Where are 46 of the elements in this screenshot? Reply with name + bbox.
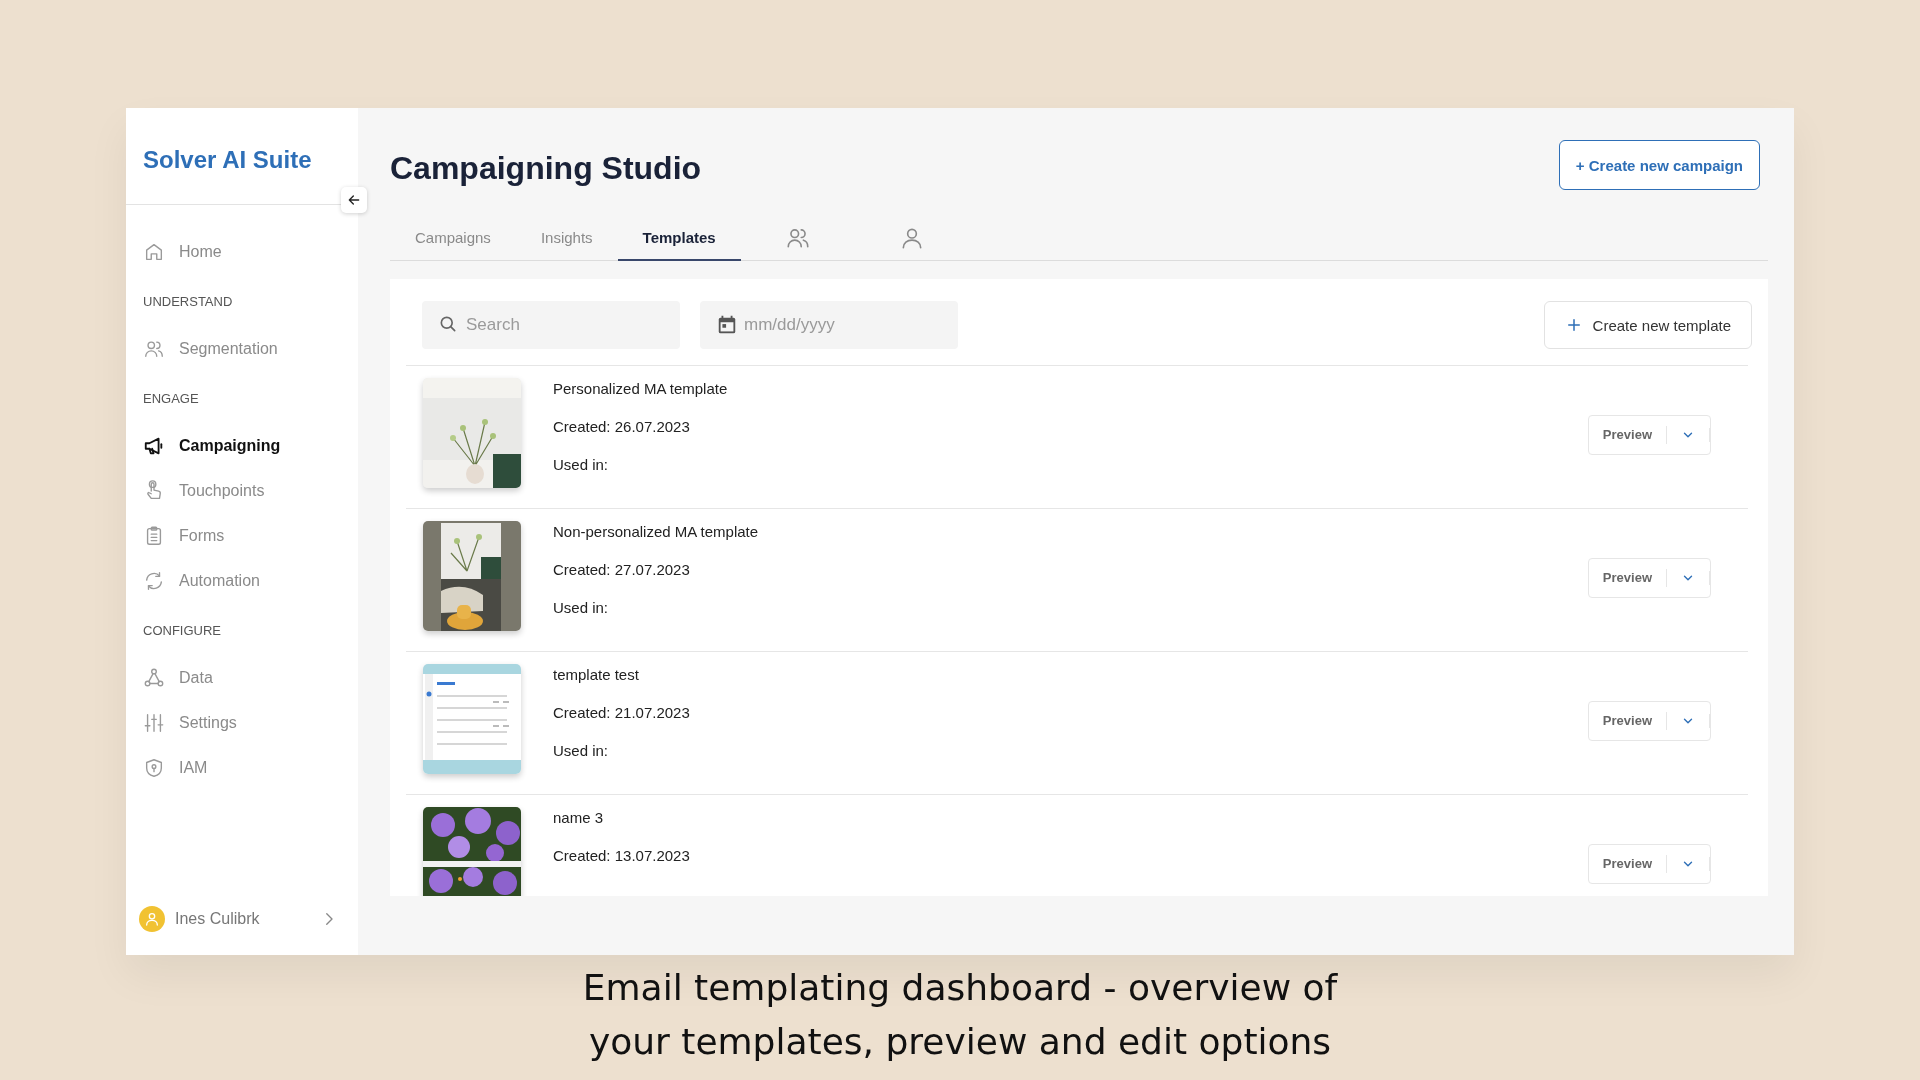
sidebar-item[interactable]: Home: [143, 229, 222, 274]
nodes-icon: [143, 666, 165, 689]
caption-text: Email templating dashboard - overview of your templates, preview and edit options: [581, 966, 1339, 1064]
arrow-left-icon: [346, 192, 362, 208]
date-field[interactable]: mm/dd/yyyy: [700, 301, 958, 349]
person-icon: [144, 911, 160, 927]
shield-icon: [143, 756, 165, 779]
preview-button-group[interactable]: Preview: [1587, 415, 1711, 455]
used-in-label: Used in:: [553, 456, 610, 473]
template-name: Personalized MA template: [553, 380, 729, 397]
created-date: Created: 26.07.2023: [553, 418, 691, 435]
sidebar-item[interactable]: Data: [143, 655, 213, 700]
sliders-icon: [143, 711, 165, 734]
used-in-label: Used in:: [553, 599, 610, 616]
used-in-label: Used in:: [553, 742, 610, 759]
tab[interactable]: Templates: [617, 216, 741, 261]
template-name: Non-personalized MA template: [553, 523, 760, 540]
sidebar-item[interactable]: Touchpoints: [143, 468, 265, 513]
created-date: Created: 21.07.2023: [553, 704, 691, 721]
sidebar-item[interactable]: Automation: [143, 558, 260, 603]
user-name: Ines Culibrk: [175, 910, 261, 928]
created-date: Created: 13.07.2023: [553, 847, 691, 864]
app-logo: Solver AI Suite: [143, 146, 312, 175]
tab[interactable]: Insights: [515, 216, 618, 261]
sidebar-item[interactable]: Campaigning: [143, 423, 281, 468]
template-name: name 3: [553, 809, 605, 826]
template-name: template test: [553, 666, 640, 683]
collapse-button[interactable]: [341, 187, 367, 213]
sidebar-item[interactable]: Settings: [143, 700, 237, 745]
section-label: UNDERSTAND: [143, 292, 233, 311]
refresh-icon: [143, 569, 165, 592]
preview-button-group[interactable]: Preview: [1587, 701, 1711, 741]
create-campaign-button[interactable]: + Create new campaign: [1558, 140, 1760, 190]
tab[interactable]: Campaigns: [390, 216, 516, 261]
search-icon: [438, 314, 458, 334]
create-template-button[interactable]: Create new template: [1543, 301, 1752, 349]
page-title: Campaigning Studio: [390, 150, 702, 187]
sidebar-item[interactable]: Segmentation: [143, 326, 278, 371]
sidebar-item[interactable]: Forms: [143, 513, 225, 558]
preview-button-group[interactable]: Preview: [1587, 844, 1711, 884]
created-date: Created: 27.07.2023: [553, 561, 691, 578]
search-field[interactable]: Search: [422, 301, 680, 349]
section-label: ENGAGE: [143, 389, 199, 408]
section-label: CONFIGURE: [143, 621, 221, 640]
preview-button-group[interactable]: Preview: [1587, 558, 1711, 598]
sidebar-item[interactable]: IAM: [143, 745, 208, 790]
